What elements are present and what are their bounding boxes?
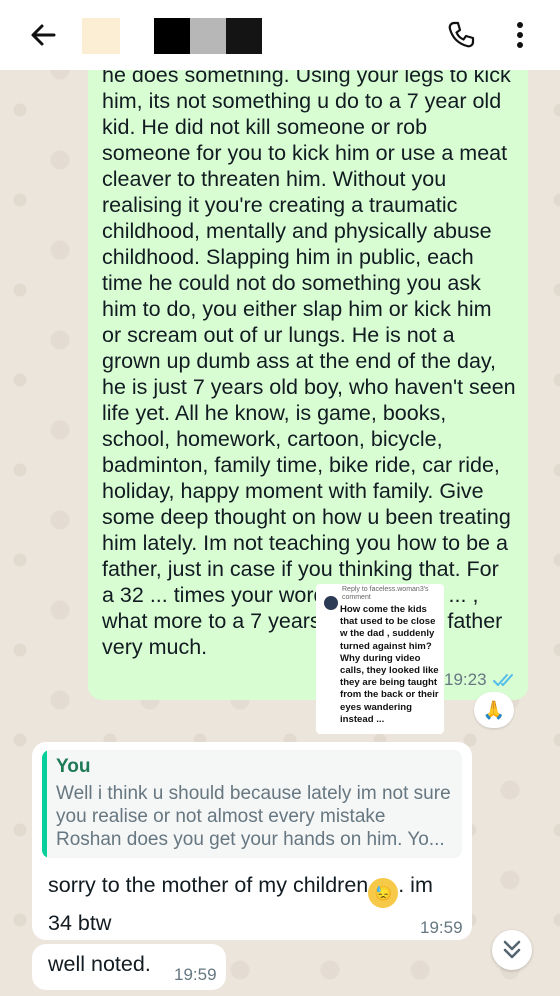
quoted-message[interactable]: You Well i think u should because lately… bbox=[42, 750, 462, 858]
contact-name-redacted-block bbox=[190, 18, 226, 54]
comment-text: How come the kids that used to be close … bbox=[340, 604, 439, 725]
scroll-to-bottom-button[interactable] bbox=[492, 930, 532, 970]
contact-name-redacted-block bbox=[226, 18, 262, 54]
reaction-badge[interactable]: 🙏 bbox=[474, 692, 514, 728]
phone-icon[interactable] bbox=[446, 20, 476, 50]
avatar bbox=[324, 596, 338, 610]
chat-header bbox=[0, 0, 560, 70]
incoming-message-text: well noted. bbox=[48, 952, 151, 976]
contact-name-redacted-block bbox=[154, 18, 190, 54]
sad-sweat-emoji-icon: 😓 bbox=[368, 878, 399, 908]
reply-label: Reply to faceless.woman3's comment bbox=[342, 586, 429, 601]
more-vert-icon[interactable] bbox=[508, 18, 532, 52]
comment-reply-overlay: Reply to faceless.woman3's comment How c… bbox=[316, 584, 444, 734]
double-chevron-down-icon bbox=[503, 940, 521, 959]
message-time: 19:23 bbox=[444, 670, 487, 689]
double-check-icon bbox=[493, 674, 513, 686]
arrow-left-icon[interactable] bbox=[28, 20, 58, 50]
contact-name-redacted[interactable] bbox=[82, 18, 120, 54]
message-time: 19:59 bbox=[174, 965, 217, 984]
quote-text: Well i think u should because lately im … bbox=[56, 783, 451, 850]
outgoing-message-text: he does something. Using your legs to ki… bbox=[102, 63, 516, 659]
quote-author: You bbox=[56, 756, 91, 777]
incoming-message-text: sorry to the mother of my children 😓. im … bbox=[48, 870, 448, 938]
quote-accent-bar bbox=[42, 750, 47, 858]
message-text-part: sorry to the mother of my children bbox=[48, 873, 369, 897]
message-time: 19:59 bbox=[420, 918, 463, 937]
